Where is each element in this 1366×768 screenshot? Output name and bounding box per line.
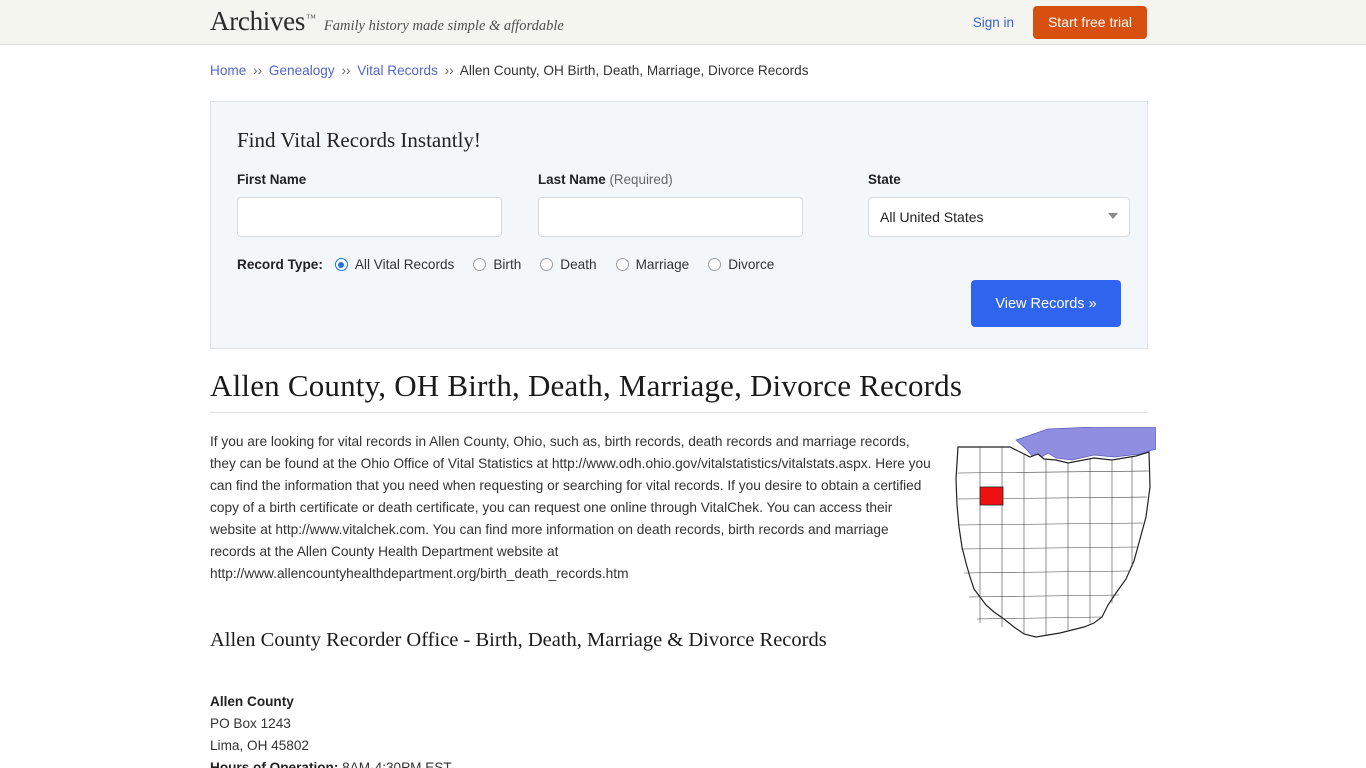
intro-paragraph: If you are looking for vital records in … [210,434,931,581]
hours-of-operation: Hours of Operation: 8AM-4:30PM EST [210,757,452,768]
radio-icon [473,258,487,271]
breadcrumb-item-home[interactable]: Home [210,63,246,78]
state-select-value: All United States [880,209,984,225]
last-name-required-note: (Required) [609,172,673,187]
hours-label: Hours of Operation: [210,760,339,768]
radio-divorce[interactable]: Divorce [708,257,774,272]
radio-birth[interactable]: Birth [473,257,521,272]
last-name-label: Last Name (Required) [538,172,821,187]
search-panel-title: Find Vital Records Instantly! [237,128,481,152]
radio-label: Divorce [728,257,775,272]
radio-icon [540,258,554,271]
record-type-row: Record Type: All Vital Records Birth Dea… [237,257,1147,272]
breadcrumb-separator: ›› [253,63,263,78]
heading-divider [210,412,1148,413]
brand-logo[interactable]: Archives ™ Family history made simple & … [210,8,564,35]
recorder-office-heading: Allen County Recorder Office - Birth, De… [210,629,827,651]
last-name-field-group: Last Name (Required) [538,172,821,237]
radio-icon-checked [334,258,348,271]
brand-name: Archives [210,6,306,36]
breadcrumb: Home ›› Genealogy ›› Vital Records ›› Al… [210,63,809,78]
ohio-map-svg [955,427,1156,638]
breadcrumb-separator: ›› [341,63,351,78]
header-actions: Sign in Start free trial [973,6,1147,39]
address-org: Allen County [210,694,294,709]
radio-marriage[interactable]: Marriage [615,257,690,272]
radio-icon [615,258,629,271]
first-name-field-group: First Name [237,172,520,237]
radio-label: All Vital Records [354,257,455,272]
first-name-label: First Name [237,172,307,187]
site-header: Archives ™ Family history made simple & … [0,0,1366,45]
sign-in-link[interactable]: Sign in [973,15,1014,30]
ohio-state-outline [955,446,1151,638]
record-type-label: Record Type: [237,257,323,272]
recorder-office-address: Allen County PO Box 1243 Lima, OH 45802 … [210,691,452,768]
address-line-2: Lima, OH 45802 [210,738,309,753]
hours-value: 8AM-4:30PM EST [342,760,452,768]
trademark-icon: ™ [306,13,316,24]
radio-label: Death [560,257,597,272]
view-records-button[interactable]: View Records » [971,280,1121,327]
address-line-1: PO Box 1243 [210,716,291,731]
state-field-group: State All United States [868,172,1130,237]
state-select[interactable]: All United States [868,197,1130,237]
vital-records-search-panel: Find Vital Records Instantly! First Name… [210,101,1148,349]
page-root: Archives ™ Family history made simple & … [0,0,1366,768]
brand-tagline: Family history made simple & affordable [323,18,564,34]
breadcrumb-separator: ›› [444,63,454,78]
radio-label: Marriage [635,257,690,272]
allen-county-highlight [979,486,1004,506]
breadcrumb-item-genealogy[interactable]: Genealogy [269,63,335,78]
state-select-wrap: All United States [868,197,1130,237]
radio-death[interactable]: Death [540,257,597,272]
start-free-trial-button[interactable]: Start free trial [1032,6,1147,39]
breadcrumb-item-current: Allen County, OH Birth, Death, Marriage,… [459,63,809,78]
radio-icon [708,258,722,271]
state-label: State [868,172,901,187]
last-name-label-text: Last Name [538,172,606,187]
breadcrumb-item-vital-records[interactable]: Vital Records [357,63,438,78]
ohio-county-map [944,427,1156,647]
page-title: Allen County, OH Birth, Death, Marriage,… [210,368,963,403]
radio-label: Birth [493,257,522,272]
radio-all-vital-records[interactable]: All Vital Records [334,257,455,272]
first-name-input[interactable] [237,197,502,237]
search-fields-row: First Name Last Name (Required) State Al… [237,172,1147,237]
last-name-input[interactable] [538,197,803,237]
